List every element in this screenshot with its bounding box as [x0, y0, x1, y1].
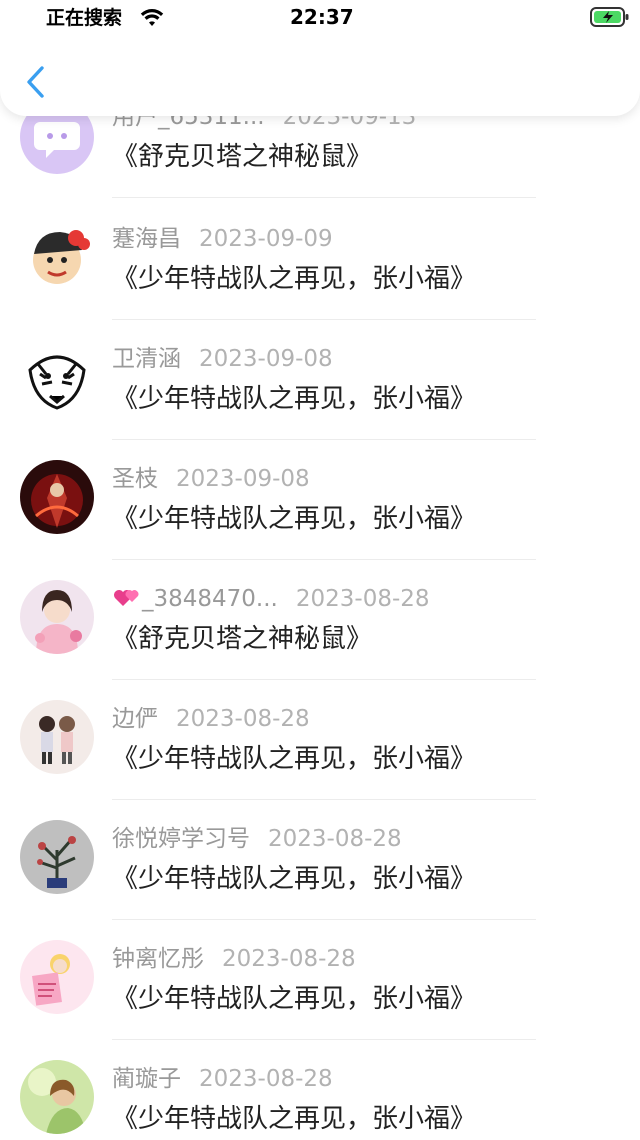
list-item[interactable]: 蔺璇子 2023-08-28 《少年特战队之再见，张小福》 — [0, 1058, 640, 1140]
avatar[interactable] — [20, 700, 94, 774]
navigation-header: 正在搜索 22:37 — [0, 0, 640, 116]
username: 卫清涵 — [112, 346, 181, 372]
book-title: 《舒克贝塔之神秘鼠》 — [112, 142, 373, 172]
record-list[interactable]: 用户_65311... 2023-09-13 《舒克贝塔之神秘鼠》 蹇海昌 2023… — [0, 0, 640, 1140]
avatar[interactable] — [20, 340, 94, 414]
avatar[interactable] — [20, 460, 94, 534]
record-date: 2023-08-28 — [295, 586, 430, 612]
avatar[interactable] — [20, 1060, 94, 1134]
book-title: 《少年特战队之再见，张小福》 — [112, 1104, 477, 1134]
record-date: 2023-09-08 — [199, 346, 333, 372]
record-meta: 卫清涵 2023-09-08 — [112, 344, 333, 374]
wifi-icon — [140, 9, 164, 26]
divider — [112, 919, 536, 920]
record-meta: 边俨 2023-08-28 — [112, 704, 310, 734]
avatar[interactable] — [20, 820, 94, 894]
list-item[interactable]: 边俨 2023-08-28 《少年特战队之再见，张小福》 — [0, 698, 640, 818]
book-title: 《少年特战队之再见，张小福》 — [112, 264, 477, 294]
book-title: 《少年特战队之再见，张小福》 — [112, 744, 477, 774]
list-item[interactable]: _3848470... 2023-08-28 《舒克贝塔之神秘鼠》 — [0, 578, 640, 698]
list-item[interactable]: 徐悦婷学习号 2023-08-28 《少年特战队之再见，张小福》 — [0, 818, 640, 938]
divider — [112, 439, 536, 440]
username: 徐悦婷学习号 — [112, 826, 250, 852]
record-date: 2023-08-28 — [222, 946, 356, 972]
divider — [112, 559, 536, 560]
book-title: 《少年特战队之再见，张小福》 — [112, 384, 477, 414]
record-date: 2023-08-28 — [199, 1066, 333, 1092]
divider — [112, 197, 536, 198]
book-title: 《舒克贝塔之神秘鼠》 — [112, 624, 373, 654]
record-meta: 徐悦婷学习号 2023-08-28 — [112, 824, 402, 854]
record-date: 2023-09-09 — [199, 226, 333, 252]
username: 钟离忆彤 — [112, 946, 204, 972]
record-meta: 圣枝 2023-09-08 — [112, 464, 310, 494]
list-item[interactable]: 圣枝 2023-09-08 《少年特战队之再见，张小福》 — [0, 458, 640, 578]
divider — [112, 679, 536, 680]
list-item[interactable]: 卫清涵 2023-09-08 《少年特战队之再见，张小福》 — [0, 338, 640, 458]
hearts-icon — [114, 590, 139, 606]
divider — [112, 319, 536, 320]
book-title: 《少年特战队之再见，张小福》 — [112, 864, 477, 894]
username: 蹇海昌 — [112, 226, 181, 252]
list-item[interactable]: 蹇海昌 2023-09-09 《少年特战队之再见，张小福》 — [0, 218, 640, 338]
username: _3848470... — [142, 586, 278, 612]
username: 蔺璇子 — [112, 1066, 181, 1092]
list-item[interactable]: 钟离忆彤 2023-08-28 《少年特战队之再见，张小福》 — [0, 938, 640, 1058]
status-time: 22:37 — [290, 5, 354, 29]
battery-charging-icon — [590, 7, 629, 27]
book-title: 《少年特战队之再见，张小福》 — [112, 984, 477, 1014]
divider — [112, 1039, 536, 1040]
avatar[interactable] — [20, 940, 94, 1014]
record-date: 2023-08-28 — [176, 706, 310, 732]
avatar[interactable] — [20, 220, 94, 294]
divider — [112, 799, 536, 800]
record-meta: 蹇海昌 2023-09-09 — [112, 224, 333, 254]
list-item[interactable]: 用户_65311... 2023-09-13 《舒克贝塔之神秘鼠》 — [0, 98, 640, 218]
record-date: 2023-08-28 — [268, 826, 402, 852]
record-date: 2023-09-08 — [176, 466, 310, 492]
username: 边俨 — [112, 706, 158, 732]
record-meta: 蔺璇子 2023-08-28 — [112, 1064, 333, 1094]
reading-record-screen: 用户_65311... 2023-09-13 《舒克贝塔之神秘鼠》 蹇海昌 2023… — [0, 0, 640, 1140]
carrier-status: 正在搜索 — [46, 7, 123, 29]
avatar[interactable] — [20, 580, 94, 654]
chevron-left-icon[interactable] — [22, 62, 50, 102]
book-title: 《少年特战队之再见，张小福》 — [112, 504, 477, 534]
record-meta: _3848470... 2023-08-28 — [112, 584, 430, 614]
record-meta: 钟离忆彤 2023-08-28 — [112, 944, 356, 974]
username: 圣枝 — [112, 466, 158, 492]
